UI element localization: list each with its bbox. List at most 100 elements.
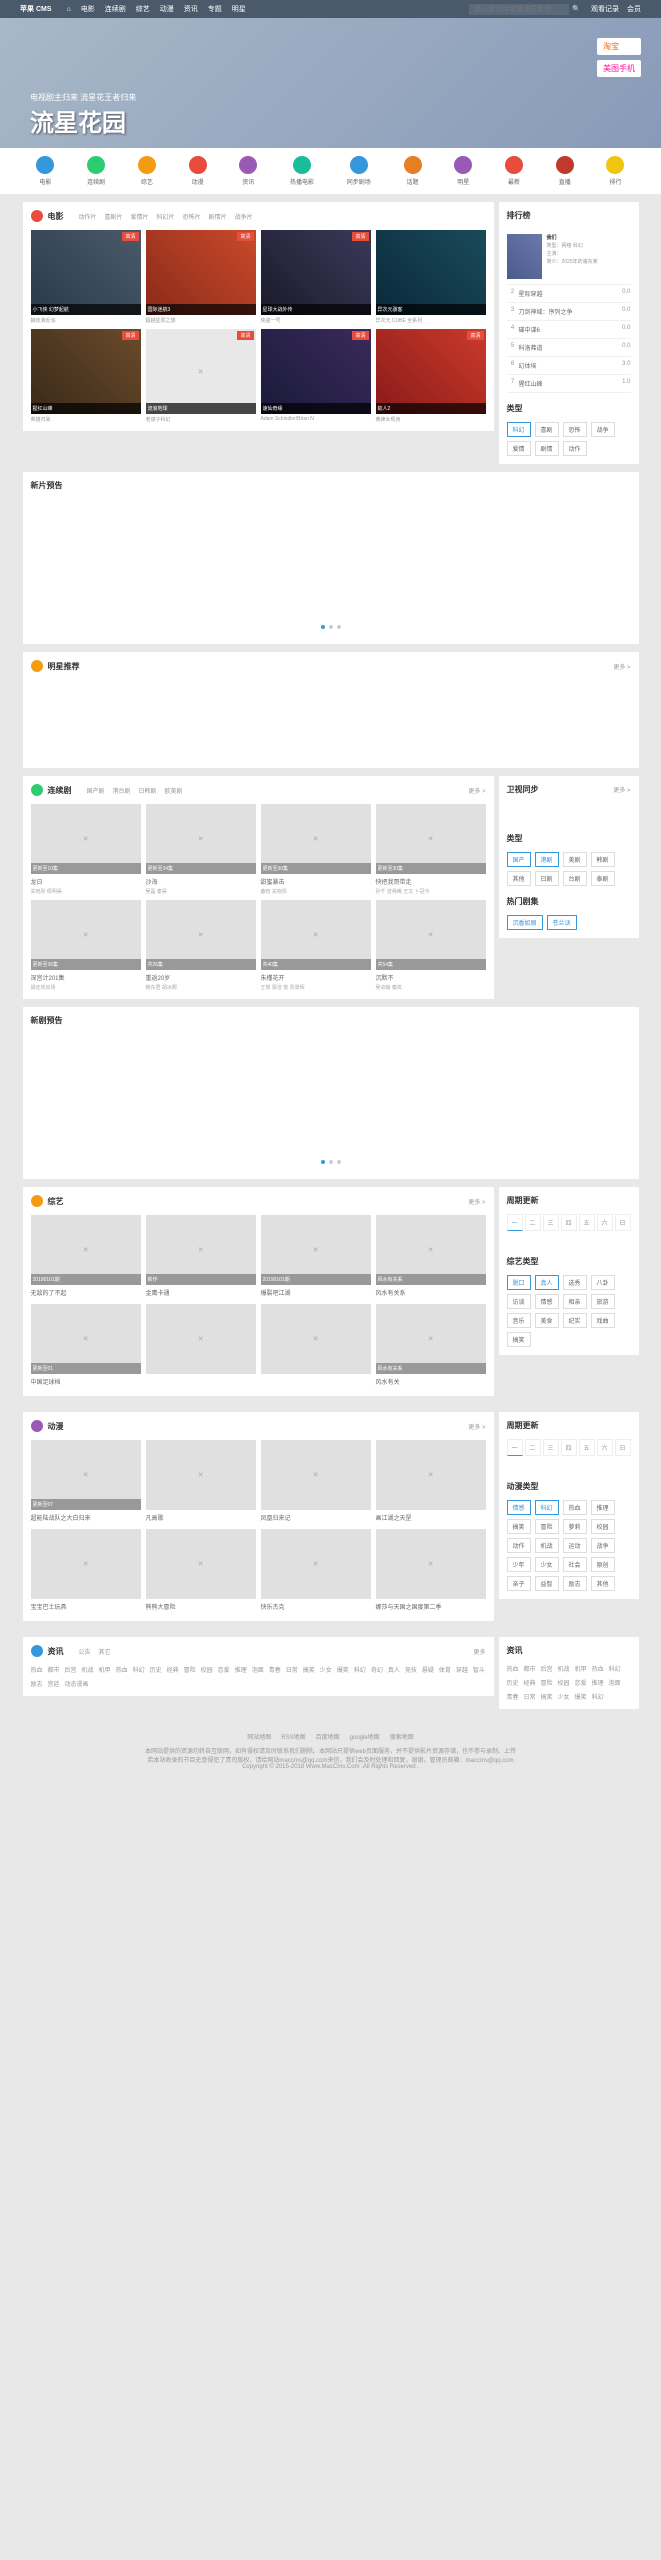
an-week-1[interactable]: 二 [525,1439,541,1456]
news-side-tag-18[interactable]: 爆笑 [575,1692,587,1701]
nav-news[interactable]: 资讯 [184,4,198,14]
tv-tab-3[interactable]: 欧美剧 [165,786,183,795]
anime-card-7[interactable]: ✕娜莎与天国之国度第二季 [376,1529,486,1613]
tv-tab-2[interactable]: 日韩剧 [139,786,157,795]
tvside-type-6[interactable]: 台剧 [563,871,587,886]
rank-featured[interactable]: 我们 类型：网络 科幻 主演： 简介：2025年的浦东某 [507,229,631,285]
news-tag-29[interactable]: 动态漫画 [65,1679,89,1688]
var-week-6[interactable]: 日 [615,1214,631,1231]
tvhot-type-1[interactable]: 苍兰诀 [547,915,577,930]
tv-card-6[interactable]: ✕共40集朱槿花开王岗 梁洁 俊 贾景晖 [261,900,371,991]
news-tag-22[interactable]: 竞技 [405,1665,417,1674]
varside-type-11[interactable]: 戏曲 [591,1313,615,1328]
variety-more[interactable]: 更多 > [468,1197,485,1206]
news-tag-18[interactable]: 爆笑 [337,1665,349,1674]
tvside-type-7[interactable]: 泰剧 [591,871,615,886]
an-week-5[interactable]: 六 [597,1439,613,1456]
varside-type-6[interactable]: 相亲 [563,1294,587,1309]
anside-type-2[interactable]: 热血 [563,1500,587,1515]
icon-5[interactable]: 热播电影 [290,156,314,186]
variety-card-6[interactable]: ✕ [261,1304,371,1388]
varside-type-3[interactable]: 八卦 [591,1275,615,1290]
rank-item-4[interactable]: 6幻体埃3.0 [507,357,631,375]
footer-link-0[interactable]: 网站地图 [247,1732,271,1741]
varside-type-7[interactable]: 旅游 [591,1294,615,1309]
rank-type-6[interactable]: 动作 [563,441,587,456]
anside-type-5[interactable]: 冒险 [535,1519,559,1534]
star-more[interactable]: 更多 > [613,662,630,671]
news-side-tag-8[interactable]: 经典 [524,1678,536,1687]
icon-11[interactable]: 排行 [606,156,624,186]
anside-type-7[interactable]: 校园 [591,1519,615,1534]
news-side-tag-12[interactable]: 推理 [592,1678,604,1687]
movie-tab-6[interactable]: 战争片 [235,212,253,221]
variety-card-1[interactable]: ✕新作金鹰卡通 [146,1215,256,1299]
nav-movie[interactable]: 电影 [81,4,95,14]
nav-topic[interactable]: 专题 [208,4,222,14]
news-side-tag-13[interactable]: 泡面 [609,1678,621,1687]
tv-tab-1[interactable]: 港台剧 [113,786,131,795]
news-tag-20[interactable]: 奇幻 [371,1665,383,1674]
rank-type-3[interactable]: 战争 [591,422,615,437]
news-side-tag-2[interactable]: 后宫 [541,1664,553,1673]
icon-6[interactable]: 同步剧场 [347,156,371,186]
rank-type-2[interactable]: 恐怖 [563,422,587,437]
rank-type-4[interactable]: 爱情 [507,441,531,456]
movie-card-2[interactable]: 高清星球大战外传侠盗一号 [261,230,371,324]
meitu-badge[interactable]: 美图手机 [597,60,641,77]
home-icon[interactable]: ⌂ [67,6,71,13]
varside-type-9[interactable]: 美食 [535,1313,559,1328]
var-week-3[interactable]: 四 [561,1214,577,1231]
movie-card-3[interactable]: 异次元骇客异次元 CUBE 全系列 [376,230,486,324]
news-tag-5[interactable]: 热血 [116,1665,128,1674]
rank-item-0[interactable]: 2星际穿越0.0 [507,285,631,303]
news-side-tag-6[interactable]: 科幻 [609,1664,621,1673]
news-side-tag-17[interactable]: 少女 [558,1692,570,1701]
news-tag-12[interactable]: 推理 [235,1665,247,1674]
news-tab-1[interactable]: 其它 [99,1647,111,1656]
anime-card-2[interactable]: ✕凤凰归来记 [261,1440,371,1524]
varside-type-1[interactable]: 真人 [535,1275,559,1290]
taobao-badge[interactable]: 淘宝 [597,38,641,55]
news-tag-15[interactable]: 日常 [286,1665,298,1674]
news-side-tag-11[interactable]: 恋爱 [575,1678,587,1687]
tv-side-more[interactable]: 更多 > [613,785,630,794]
movie-tab-1[interactable]: 喜剧片 [105,212,123,221]
footer-link-2[interactable]: 百度地图 [316,1732,340,1741]
footer-link-3[interactable]: google地图 [350,1732,380,1741]
news-side-tag-10[interactable]: 校园 [558,1678,570,1687]
news-more[interactable]: 更多 [473,1647,485,1656]
anime-card-6[interactable]: ✕快乐杰克 [261,1529,371,1613]
variety-card-0[interactable]: ✕20190101期无敌的了不起 [31,1215,141,1299]
icon-0[interactable]: 电影 [36,156,54,186]
movie-card-4[interactable]: 高清猩红山峰英雄归来 [31,329,141,423]
anside-type-12[interactable]: 少年 [507,1557,531,1572]
anside-type-8[interactable]: 动作 [507,1538,531,1553]
nav-anime[interactable]: 动漫 [160,4,174,14]
tv-card-3[interactable]: ✕更新至30集快把我哥带走孙千 曾舜晞 王文 卜冠今 [376,804,486,895]
news-tag-7[interactable]: 历史 [150,1665,162,1674]
anime-card-0[interactable]: ✕更新至07超能陆战队之大白归来 [31,1440,141,1524]
variety-card-7[interactable]: ✕风水有关系风水有关 [376,1304,486,1388]
member-link[interactable]: 会员 [627,4,641,14]
search-icon[interactable]: 🔍 [572,5,581,13]
news-side-tag-3[interactable]: 机战 [558,1664,570,1673]
tvside-type-0[interactable]: 国产 [507,852,531,867]
anside-type-11[interactable]: 战争 [591,1538,615,1553]
movie-tab-4[interactable]: 恐怖片 [183,212,201,221]
varside-type-5[interactable]: 情感 [535,1294,559,1309]
varside-type-10[interactable]: 纪实 [563,1313,587,1328]
movie-tab-0[interactable]: 动作片 [79,212,97,221]
tv-card-5[interactable]: ✕共26集重返20岁韩东君 胡冰卿 [146,900,256,991]
tvside-type-4[interactable]: 其他 [507,871,531,886]
icon-10[interactable]: 直播 [556,156,574,186]
anime-card-1[interactable]: ✕凡高歌 [146,1440,256,1524]
news-tag-2[interactable]: 后宫 [65,1665,77,1674]
search-input[interactable] [469,4,569,15]
var-week-0[interactable]: 一 [507,1214,523,1231]
nav-star[interactable]: 明星 [232,4,246,14]
an-week-6[interactable]: 日 [615,1439,631,1456]
movie-tab-2[interactable]: 爱情片 [131,212,149,221]
news-side-tag-4[interactable]: 机甲 [575,1664,587,1673]
movie-card-6[interactable]: 高清速仙奇缘Adam Schindler/Brian N [261,329,371,423]
